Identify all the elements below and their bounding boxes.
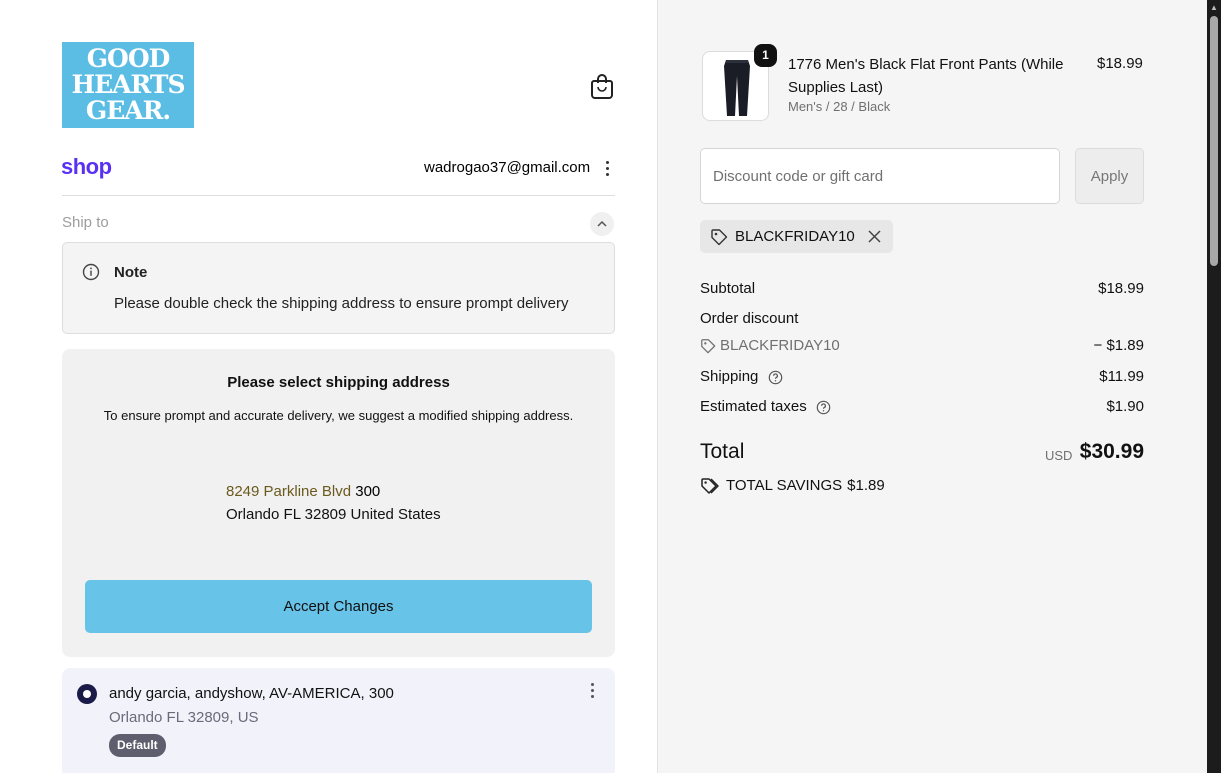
taxes-value: $1.90 [1106,398,1144,415]
tags-icon [701,478,719,494]
subtotal-value: $18.99 [1098,280,1144,297]
savings-label: TOTAL SAVINGS [726,477,843,494]
discount-code-input[interactable] [700,148,1060,204]
discount-value: − $1.89 [1093,337,1144,354]
total-label: Total [700,440,745,463]
shipping-row: Shipping [700,368,783,385]
subtotal-label: Subtotal [700,280,756,297]
address-name-line: andy garcia, andyshow, AV-AMERICA, 300 [109,685,394,702]
discount-code-text: BLACKFRIDAY10 [720,337,840,354]
savings-value: $1.89 [847,477,885,494]
total-value: $30.99 [1079,440,1144,463]
address-radio[interactable] [77,684,97,704]
address-city-line: Orlando FL 32809, US [109,709,259,726]
saved-address-option[interactable]: andy garcia, andyshow, AV-AMERICA, 300 O… [62,668,615,773]
question-icon[interactable] [768,370,783,385]
suggestion-title: Please select shipping address [227,374,450,391]
logo-line-3: GEAR. [85,96,171,125]
logo-line-1: GOOD [86,44,171,73]
tag-icon [711,229,728,246]
note-banner: Note Please double check the shipping ad… [62,242,615,334]
order-discount-label: Order discount [700,310,799,327]
total-currency: USD [1045,448,1073,463]
product-name: 1776 Men's Black Flat Front Pants (While… [788,56,1064,96]
taxes-row: Estimated taxes [700,398,831,415]
shipping-value: $11.99 [1099,368,1144,385]
logo-line-2: HEARTS [71,70,185,99]
applied-discount-chip: BLACKFRIDAY10 [700,220,893,253]
suggested-street: 8249 Parkline Blvd 300 [226,483,380,500]
quantity-badge: 1 [754,44,777,67]
accept-changes-button[interactable]: Accept Changes [85,580,592,633]
note-title: Note [114,264,148,281]
applied-code: BLACKFRIDAY10 [735,228,855,245]
default-badge: Default [109,734,166,757]
total-savings: TOTAL SAVINGS $1.89 [700,477,885,495]
remove-code-icon[interactable] [867,229,882,244]
checkout-main-panel: GOOD HEARTS GEAR. shop wadrogao37@gmail.… [0,0,657,773]
address-suggestion-card: Please select shipping address To ensure… [62,349,615,657]
info-icon [82,263,100,281]
divider [62,195,615,196]
shop-pay-logo: shop [61,154,112,179]
collapse-button[interactable] [590,212,614,236]
suggested-city: Orlando FL 32809 United States [226,506,441,523]
order-discount-code: BLACKFRIDAY10 [700,337,840,354]
account-email: wadrogao37@gmail.com [424,159,591,176]
street-suffix: 300 [355,483,381,500]
apply-discount-button[interactable]: Apply [1075,148,1144,204]
scroll-thumb[interactable] [1210,16,1218,266]
suggestion-subtitle: To ensure prompt and accurate delivery, … [103,408,574,423]
product-price: $18.99 [1097,55,1143,72]
note-text: Please double check the shipping address… [114,295,569,312]
question-icon[interactable] [816,400,831,415]
tag-icon [701,339,716,354]
taxes-label: Estimated taxes [700,398,807,415]
street-highlight: 8249 Parkline Blvd [226,483,352,500]
account-menu-icon[interactable] [601,158,613,178]
address-menu-icon[interactable] [586,680,598,700]
shipping-label: Shipping [700,368,759,385]
scroll-up-arrow-icon[interactable]: ▲ [1207,3,1221,13]
store-logo[interactable]: GOOD HEARTS GEAR. [62,42,194,128]
product-variant: Men's / 28 / Black [788,99,891,114]
ship-to-heading: Ship to [62,214,109,231]
shopping-bag-icon[interactable] [589,72,615,100]
chevron-up-icon [597,221,607,227]
scrollbar[interactable]: ▲ [1207,0,1221,773]
